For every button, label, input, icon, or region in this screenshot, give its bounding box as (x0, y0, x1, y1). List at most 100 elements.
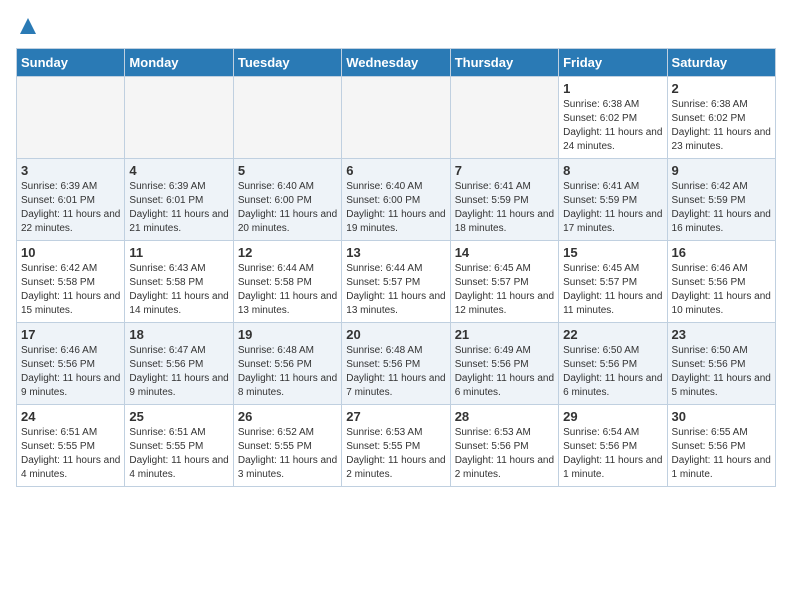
calendar-cell: 5 Sunrise: 6:40 AMSunset: 6:00 PMDaylight… (233, 159, 341, 241)
calendar-cell: 13 Sunrise: 6:44 AMSunset: 5:57 PMDayligh… (342, 241, 450, 323)
day-number: 15 (563, 245, 662, 260)
day-info: Sunrise: 6:47 AMSunset: 5:56 PMDaylight:… (129, 344, 228, 400)
calendar-cell: 6 Sunrise: 6:40 AMSunset: 6:00 PMDaylight… (342, 159, 450, 241)
day-info: Sunrise: 6:52 AMSunset: 5:55 PMDaylight:… (238, 426, 337, 482)
day-info: Sunrise: 6:39 AMSunset: 6:01 PMDaylight:… (21, 180, 120, 236)
day-number: 29 (563, 409, 662, 424)
day-header-wednesday: Wednesday (342, 49, 450, 77)
calendar-cell: 9 Sunrise: 6:42 AMSunset: 5:59 PMDaylight… (667, 159, 775, 241)
calendar-week-row: 17 Sunrise: 6:46 AMSunset: 5:56 PMDayligh… (17, 323, 776, 405)
day-header-tuesday: Tuesday (233, 49, 341, 77)
day-number: 18 (129, 327, 228, 342)
day-info: Sunrise: 6:40 AMSunset: 6:00 PMDaylight:… (346, 180, 445, 236)
day-number: 5 (238, 163, 337, 178)
day-number: 21 (455, 327, 554, 342)
day-number: 8 (563, 163, 662, 178)
day-info: Sunrise: 6:53 AMSunset: 5:56 PMDaylight:… (455, 426, 554, 482)
logo (16, 16, 38, 36)
calendar-cell: 28 Sunrise: 6:53 AMSunset: 5:56 PMDayligh… (450, 405, 558, 487)
calendar-cell (125, 77, 233, 159)
calendar-cell: 16 Sunrise: 6:46 AMSunset: 5:56 PMDayligh… (667, 241, 775, 323)
calendar-cell: 30 Sunrise: 6:55 AMSunset: 5:56 PMDayligh… (667, 405, 775, 487)
logo-icon (18, 16, 38, 36)
calendar-cell: 25 Sunrise: 6:51 AMSunset: 5:55 PMDayligh… (125, 405, 233, 487)
day-info: Sunrise: 6:51 AMSunset: 5:55 PMDaylight:… (21, 426, 120, 482)
day-info: Sunrise: 6:40 AMSunset: 6:00 PMDaylight:… (238, 180, 337, 236)
calendar-cell: 3Sunrise: 6:39 AMSunset: 6:01 PMDaylight… (17, 159, 125, 241)
day-info: Sunrise: 6:42 AMSunset: 5:58 PMDaylight:… (21, 262, 120, 318)
calendar-cell: 1 Sunrise: 6:38 AMSunset: 6:02 PMDaylight… (559, 77, 667, 159)
calendar-cell: 11Sunrise: 6:43 AMSunset: 5:58 PMDayligh… (125, 241, 233, 323)
day-header-thursday: Thursday (450, 49, 558, 77)
calendar-cell: 15 Sunrise: 6:45 AMSunset: 5:57 PMDayligh… (559, 241, 667, 323)
day-info: Sunrise: 6:38 AMSunset: 6:02 PMDaylight:… (563, 98, 662, 154)
day-number: 20 (346, 327, 445, 342)
day-header-saturday: Saturday (667, 49, 775, 77)
day-number: 23 (672, 327, 771, 342)
calendar-cell (342, 77, 450, 159)
day-number: 1 (563, 81, 662, 96)
day-info: Sunrise: 6:50 AMSunset: 5:56 PMDaylight:… (563, 344, 662, 400)
calendar-cell: 29 Sunrise: 6:54 AMSunset: 5:56 PMDayligh… (559, 405, 667, 487)
calendar-cell: 26 Sunrise: 6:52 AMSunset: 5:55 PMDayligh… (233, 405, 341, 487)
day-number: 22 (563, 327, 662, 342)
day-info: Sunrise: 6:38 AMSunset: 6:02 PMDaylight:… (672, 98, 771, 154)
day-info: Sunrise: 6:41 AMSunset: 5:59 PMDaylight:… (563, 180, 662, 236)
day-info: Sunrise: 6:49 AMSunset: 5:56 PMDaylight:… (455, 344, 554, 400)
calendar-table: SundayMondayTuesdayWednesdayThursdayFrid… (16, 48, 776, 487)
calendar-cell: 23 Sunrise: 6:50 AMSunset: 5:56 PMDayligh… (667, 323, 775, 405)
day-info: Sunrise: 6:46 AMSunset: 5:56 PMDaylight:… (21, 344, 120, 400)
day-number: 26 (238, 409, 337, 424)
day-number: 9 (672, 163, 771, 178)
day-number: 12 (238, 245, 337, 260)
calendar-cell: 19Sunrise: 6:48 AMSunset: 5:56 PMDayligh… (233, 323, 341, 405)
calendar-cell: 7 Sunrise: 6:41 AMSunset: 5:59 PMDaylight… (450, 159, 558, 241)
day-number: 10 (21, 245, 120, 260)
page-header (16, 16, 776, 36)
day-number: 14 (455, 245, 554, 260)
day-info: Sunrise: 6:51 AMSunset: 5:55 PMDaylight:… (129, 426, 228, 482)
calendar-cell: 22 Sunrise: 6:50 AMSunset: 5:56 PMDayligh… (559, 323, 667, 405)
calendar-cell: 8 Sunrise: 6:41 AMSunset: 5:59 PMDaylight… (559, 159, 667, 241)
day-number: 17 (21, 327, 120, 342)
day-info: Sunrise: 6:50 AMSunset: 5:56 PMDaylight:… (672, 344, 771, 400)
day-info: Sunrise: 6:45 AMSunset: 5:57 PMDaylight:… (455, 262, 554, 318)
day-number: 2 (672, 81, 771, 96)
calendar-week-row: 24Sunrise: 6:51 AMSunset: 5:55 PMDayligh… (17, 405, 776, 487)
day-info: Sunrise: 6:41 AMSunset: 5:59 PMDaylight:… (455, 180, 554, 236)
calendar-cell: 21 Sunrise: 6:49 AMSunset: 5:56 PMDayligh… (450, 323, 558, 405)
day-header-friday: Friday (559, 49, 667, 77)
day-number: 25 (129, 409, 228, 424)
calendar-cell: 10 Sunrise: 6:42 AMSunset: 5:58 PMDayligh… (17, 241, 125, 323)
calendar-cell: 12Sunrise: 6:44 AMSunset: 5:58 PMDayligh… (233, 241, 341, 323)
day-number: 30 (672, 409, 771, 424)
day-number: 28 (455, 409, 554, 424)
day-info: Sunrise: 6:48 AMSunset: 5:56 PMDaylight:… (238, 344, 337, 400)
day-info: Sunrise: 6:54 AMSunset: 5:56 PMDaylight:… (563, 426, 662, 482)
calendar-cell (17, 77, 125, 159)
day-number: 13 (346, 245, 445, 260)
day-number: 6 (346, 163, 445, 178)
calendar-cell: 2 Sunrise: 6:38 AMSunset: 6:02 PMDaylight… (667, 77, 775, 159)
calendar-cell: 20Sunrise: 6:48 AMSunset: 5:56 PMDayligh… (342, 323, 450, 405)
calendar-cell: 27Sunrise: 6:53 AMSunset: 5:55 PMDayligh… (342, 405, 450, 487)
day-info: Sunrise: 6:44 AMSunset: 5:57 PMDaylight:… (346, 262, 445, 318)
day-number: 7 (455, 163, 554, 178)
day-info: Sunrise: 6:42 AMSunset: 5:59 PMDaylight:… (672, 180, 771, 236)
day-number: 16 (672, 245, 771, 260)
day-header-monday: Monday (125, 49, 233, 77)
day-info: Sunrise: 6:55 AMSunset: 5:56 PMDaylight:… (672, 426, 771, 482)
day-info: Sunrise: 6:39 AMSunset: 6:01 PMDaylight:… (129, 180, 228, 236)
calendar-week-row: 3Sunrise: 6:39 AMSunset: 6:01 PMDaylight… (17, 159, 776, 241)
calendar-week-row: 10 Sunrise: 6:42 AMSunset: 5:58 PMDayligh… (17, 241, 776, 323)
calendar-header-row: SundayMondayTuesdayWednesdayThursdayFrid… (17, 49, 776, 77)
calendar-cell (450, 77, 558, 159)
day-info: Sunrise: 6:45 AMSunset: 5:57 PMDaylight:… (563, 262, 662, 318)
calendar-cell (233, 77, 341, 159)
day-info: Sunrise: 6:46 AMSunset: 5:56 PMDaylight:… (672, 262, 771, 318)
day-number: 11 (129, 245, 228, 260)
day-number: 4 (129, 163, 228, 178)
calendar-cell: 4 Sunrise: 6:39 AMSunset: 6:01 PMDaylight… (125, 159, 233, 241)
calendar-week-row: 1 Sunrise: 6:38 AMSunset: 6:02 PMDaylight… (17, 77, 776, 159)
day-number: 27 (346, 409, 445, 424)
